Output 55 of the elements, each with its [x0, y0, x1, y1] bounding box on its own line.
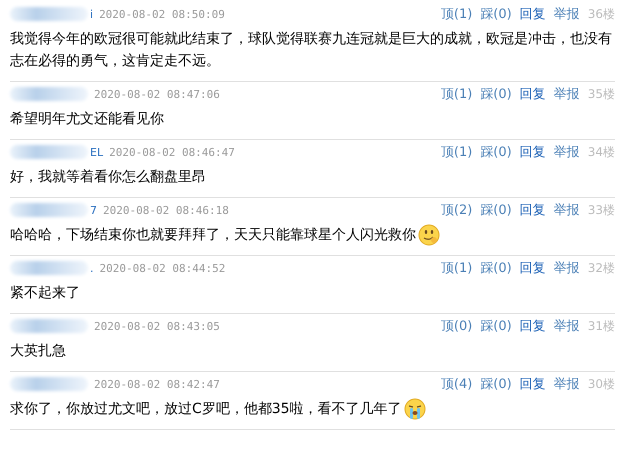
- crying-emoji-icon: [404, 398, 426, 420]
- floor-number: 34楼: [588, 144, 615, 160]
- comment-text: 紧不起来了: [10, 285, 80, 302]
- username[interactable]: i: [90, 8, 94, 20]
- floor-number: 36楼: [588, 6, 615, 22]
- upvote-link[interactable]: 顶(1): [440, 85, 472, 103]
- comment-text: 哈哈哈，下场结束你也就要拜拜了，天天只能靠球星个人闪光救你: [10, 227, 416, 243]
- comment-text: 我觉得今年的欧冠很可能就此结束了，球队觉得联赛九连冠就是巨大的成就，欧冠是冲击，也没有志在必得的勇气，这肯定走不远。: [10, 31, 612, 69]
- floor-number: 30楼: [588, 376, 615, 393]
- smirk-emoji-icon: [418, 224, 440, 246]
- comment-time: 2020-08-02 08:50:09: [99, 8, 225, 20]
- comment-time: 2020-08-02 08:43:05: [94, 320, 220, 333]
- comment-text: 希望明年尤文还能看见你: [10, 111, 164, 127]
- floor-number: 32楼: [588, 260, 615, 277]
- comment-time: 2020-08-02 08:42:47: [94, 378, 220, 391]
- reply-link[interactable]: 回复: [520, 85, 546, 103]
- downvote-link[interactable]: 踩(0): [480, 143, 512, 161]
- username[interactable]: .: [90, 262, 94, 275]
- reply-link[interactable]: 回复: [520, 317, 546, 336]
- report-link[interactable]: 举报: [554, 85, 580, 103]
- floor-number: 31楼: [588, 318, 615, 335]
- comment-time: 2020-08-02 08:47:06: [94, 88, 220, 100]
- downvote-link[interactable]: 踩(0): [480, 5, 512, 23]
- report-link[interactable]: 举报: [554, 5, 580, 23]
- downvote-link[interactable]: 踩(0): [480, 85, 512, 103]
- floor-number: 33楼: [588, 202, 615, 218]
- reply-link[interactable]: 回复: [520, 259, 546, 278]
- downvote-link[interactable]: 踩(0): [480, 375, 512, 394]
- reply-link[interactable]: 回复: [520, 201, 546, 219]
- username[interactable]: EL: [90, 146, 104, 158]
- upvote-link[interactable]: 顶(1): [440, 5, 472, 23]
- report-link[interactable]: 举报: [554, 375, 580, 394]
- upvote-link[interactable]: 顶(4): [440, 375, 472, 394]
- comment-time: 2020-08-02 08:46:18: [103, 204, 229, 216]
- report-link[interactable]: 举报: [554, 259, 580, 278]
- downvote-link[interactable]: 踩(0): [480, 259, 512, 278]
- upvote-link[interactable]: 顶(1): [440, 259, 472, 278]
- reply-link[interactable]: 回复: [520, 143, 546, 161]
- downvote-link[interactable]: 踩(0): [480, 317, 512, 336]
- report-link[interactable]: 举报: [554, 317, 580, 336]
- comment-text: 好，我就等着看你怎么翻盘里昂: [10, 169, 206, 185]
- upvote-link[interactable]: 顶(2): [440, 201, 472, 219]
- comment-text: 大英扎急: [10, 343, 66, 360]
- upvote-link[interactable]: 顶(0): [440, 317, 472, 336]
- report-link[interactable]: 举报: [554, 143, 580, 161]
- reply-link[interactable]: 回复: [520, 375, 546, 394]
- comment-time: 2020-08-02 08:46:47: [109, 146, 235, 158]
- report-link[interactable]: 举报: [554, 201, 580, 219]
- upvote-link[interactable]: 顶(1): [440, 143, 472, 161]
- reply-link[interactable]: 回复: [520, 5, 546, 23]
- floor-number: 35楼: [588, 86, 615, 102]
- username[interactable]: 7: [90, 204, 97, 216]
- downvote-link[interactable]: 踩(0): [480, 201, 512, 219]
- comment-text: 求你了，你放过尤文吧，放过C罗吧，他都35啦，看不了几年了: [10, 401, 402, 418]
- comment-time: 2020-08-02 08:44:52: [100, 262, 226, 275]
